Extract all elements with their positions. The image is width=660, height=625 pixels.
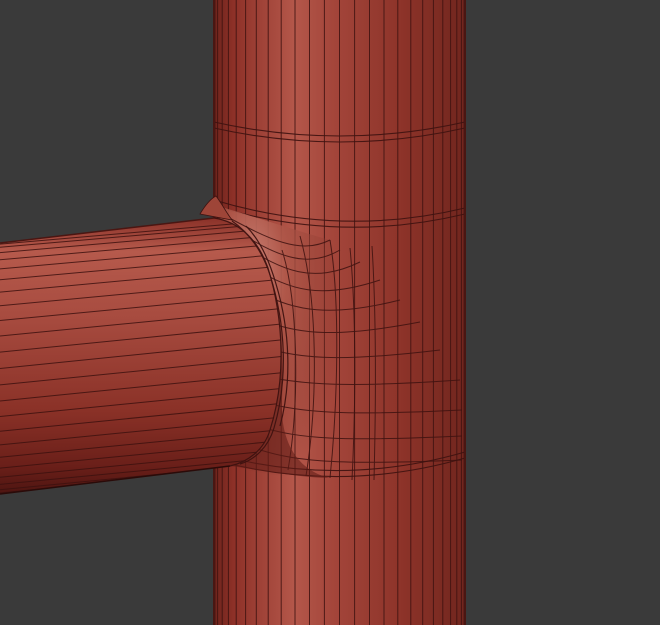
t-pipe-wireframe-render (0, 0, 660, 625)
horizontal-pipe (0, 217, 289, 495)
3d-viewport[interactable] (0, 0, 660, 625)
